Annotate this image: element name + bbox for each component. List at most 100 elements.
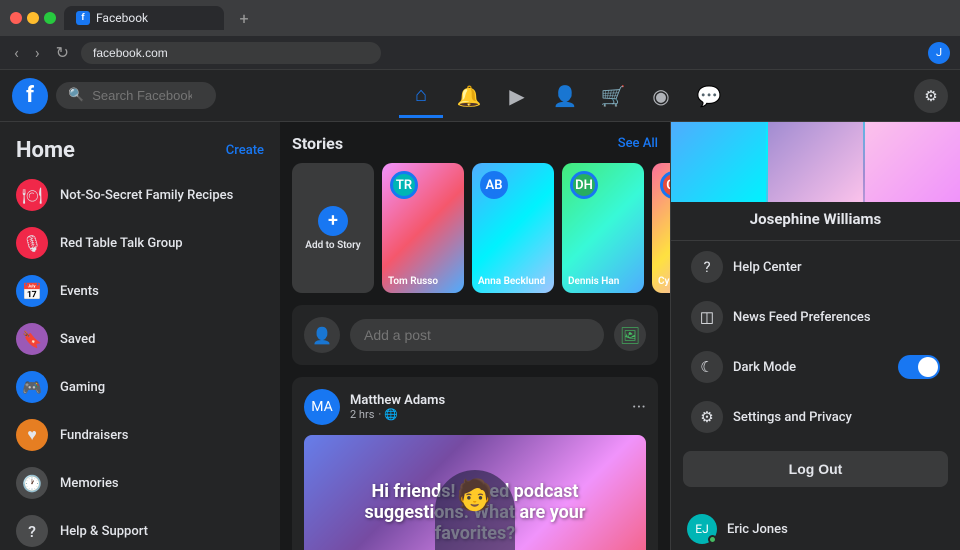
sidebar-label-memories: Memories xyxy=(60,476,119,491)
nav-home-button[interactable]: ⌂ xyxy=(399,74,443,118)
story-bg-0: TR Tom Russo xyxy=(382,163,464,293)
nav-marketplace-button[interactable]: 🛒 xyxy=(591,74,635,118)
story-card-3[interactable]: CL Cynthia Lopez xyxy=(652,163,670,293)
story-name-1: Anna Becklund xyxy=(478,276,545,287)
right-panel: Josephine Williams ? Help Center ◫ News … xyxy=(670,122,960,550)
search-icon: 🔍 xyxy=(68,88,84,103)
sidebar-item-saved[interactable]: 🔖 Saved xyxy=(8,315,272,363)
browser-titlebar: f Facebook + xyxy=(0,0,960,36)
back-button[interactable]: ‹ xyxy=(10,41,23,64)
browser-addressbar: ‹ › ↻ J xyxy=(0,36,960,69)
profile-name: Josephine Williams xyxy=(750,210,881,228)
sidebar-icon-memories: 🕐 xyxy=(16,467,48,499)
tab-favicon: f xyxy=(76,11,90,25)
sidebar: Home Create 🍽 Not-So-Secret Family Recip… xyxy=(0,122,280,550)
post-more-button[interactable]: ··· xyxy=(632,397,646,418)
close-button[interactable] xyxy=(10,12,22,24)
sidebar-label-red-table: Red Table Talk Group xyxy=(60,236,183,251)
story-card-2[interactable]: DH Dennis Han xyxy=(562,163,644,293)
create-button[interactable]: Create xyxy=(226,143,264,158)
menu-label-newsfeed-prefs: News Feed Preferences xyxy=(733,310,871,325)
nav-messenger-button[interactable]: 💬 xyxy=(687,74,731,118)
post-input[interactable] xyxy=(350,319,604,351)
sidebar-item-help[interactable]: ? Help & Support xyxy=(8,507,272,550)
stories-section: Stories See All + Add to Story TR xyxy=(292,134,658,293)
main-content: Home Create 🍽 Not-So-Secret Family Recip… xyxy=(0,122,960,550)
menu-item-dark-mode[interactable]: ☾ Dark Mode xyxy=(679,343,952,391)
nav-groups-button[interactable]: ◉ xyxy=(639,74,683,118)
profile-banner xyxy=(671,122,960,202)
story-avatar-1: AB xyxy=(480,171,508,199)
banner-photo-1 xyxy=(671,122,766,202)
friend-item-0[interactable]: EJ Eric Jones xyxy=(675,508,956,550)
menu-item-settings-privacy[interactable]: ⚙ Settings and Privacy xyxy=(679,393,952,441)
sidebar-icon-fundraisers: ♥ xyxy=(16,419,48,451)
maximize-button[interactable] xyxy=(44,12,56,24)
sidebar-item-gaming[interactable]: 🎮 Gaming xyxy=(8,363,272,411)
top-nav: f 🔍 ⌂ 🔔 ▶ 👤 🛒 ◉ 💬 ⚙ xyxy=(0,70,960,122)
address-bar[interactable] xyxy=(81,42,381,64)
post-card: MA Matthew Adams 2 hrs · 🌐 ··· Hi friend… xyxy=(292,377,658,550)
refresh-button[interactable]: ↻ xyxy=(52,41,73,64)
nav-watch-button[interactable]: ▶ xyxy=(495,74,539,118)
story-bg-1: AB Anna Becklund xyxy=(472,163,554,293)
sidebar-label-saved: Saved xyxy=(60,332,95,347)
facebook-logo[interactable]: f xyxy=(12,78,48,114)
sidebar-item-fundraisers[interactable]: ♥ Fundraisers xyxy=(8,411,272,459)
post-create-avatar: 👤 xyxy=(304,317,340,353)
story-name-0: Tom Russo xyxy=(388,276,438,287)
menu-item-help-center[interactable]: ? Help Center xyxy=(679,243,952,291)
browser-chrome: f Facebook + ‹ › ↻ J xyxy=(0,0,960,70)
add-story-bg: + Add to Story xyxy=(292,163,374,293)
sidebar-item-red-table[interactable]: 🎙 Red Table Talk Group xyxy=(8,219,272,267)
add-story-card[interactable]: + Add to Story xyxy=(292,163,374,293)
sidebar-item-memories[interactable]: 🕐 Memories xyxy=(8,459,272,507)
nav-center: ⌂ 🔔 ▶ 👤 🛒 ◉ 💬 xyxy=(399,74,731,118)
browser-actions: J xyxy=(928,42,950,64)
menu-label-settings-privacy: Settings and Privacy xyxy=(733,410,852,425)
sidebar-title: Home Create xyxy=(8,134,272,171)
logout-button[interactable]: Log Out xyxy=(683,451,948,487)
story-card-0[interactable]: TR Tom Russo xyxy=(382,163,464,293)
window-controls[interactable] xyxy=(10,12,56,24)
minimize-button[interactable] xyxy=(27,12,39,24)
dark-mode-toggle-knob xyxy=(918,357,938,377)
sidebar-icon-gaming: 🎮 xyxy=(16,371,48,403)
forward-button[interactable]: › xyxy=(31,41,44,64)
newsfeed-prefs-icon: ◫ xyxy=(691,301,723,333)
banner-photo-3 xyxy=(865,122,960,202)
facebook-app: f 🔍 ⌂ 🔔 ▶ 👤 🛒 ◉ 💬 ⚙ Home Create 🍽 xyxy=(0,70,960,550)
browser-tab[interactable]: f Facebook xyxy=(64,6,224,30)
menu-label-help-center: Help Center xyxy=(733,260,802,275)
sidebar-item-events[interactable]: 📅 Events xyxy=(8,267,272,315)
story-name-2: Dennis Han xyxy=(568,276,619,287)
story-avatar-2: DH xyxy=(570,171,598,199)
dark-mode-toggle[interactable] xyxy=(898,355,940,379)
story-card-1[interactable]: AB Anna Becklund xyxy=(472,163,554,293)
stories-see-all[interactable]: See All xyxy=(618,136,658,151)
sidebar-icon-events: 📅 xyxy=(16,275,48,307)
new-tab-button[interactable]: + xyxy=(232,6,256,30)
post-media-button[interactable]: 🖼 xyxy=(614,319,646,351)
post-meta: Matthew Adams 2 hrs · 🌐 xyxy=(350,393,622,421)
nav-notifications-button[interactable]: 🔔 xyxy=(447,74,491,118)
menu-label-dark-mode: Dark Mode xyxy=(733,360,796,375)
nav-right: ⚙ xyxy=(914,79,948,113)
post-header: MA Matthew Adams 2 hrs · 🌐 ··· xyxy=(304,389,646,425)
nav-profile-button[interactable]: 👤 xyxy=(543,74,587,118)
feed: Stories See All + Add to Story TR xyxy=(280,122,670,550)
stories-title: Stories xyxy=(292,134,343,153)
search-bar[interactable]: 🔍 xyxy=(56,82,216,109)
add-story-icon: + xyxy=(318,206,348,236)
story-bg-3: CL Cynthia Lopez xyxy=(652,163,670,293)
profile-name-area: Josephine Williams xyxy=(671,202,960,241)
nav-settings-button[interactable]: ⚙ xyxy=(914,79,948,113)
story-avatar-3: CL xyxy=(660,171,670,199)
settings-privacy-icon: ⚙ xyxy=(691,401,723,433)
stories-header: Stories See All xyxy=(292,134,658,153)
search-input[interactable] xyxy=(92,88,192,103)
user-profile-button[interactable]: J xyxy=(928,42,950,64)
menu-item-newsfeed-prefs[interactable]: ◫ News Feed Preferences xyxy=(679,293,952,341)
post-create[interactable]: 👤 🖼 xyxy=(292,305,658,365)
sidebar-item-family-recipes[interactable]: 🍽 Not-So-Secret Family Recipes xyxy=(8,171,272,219)
